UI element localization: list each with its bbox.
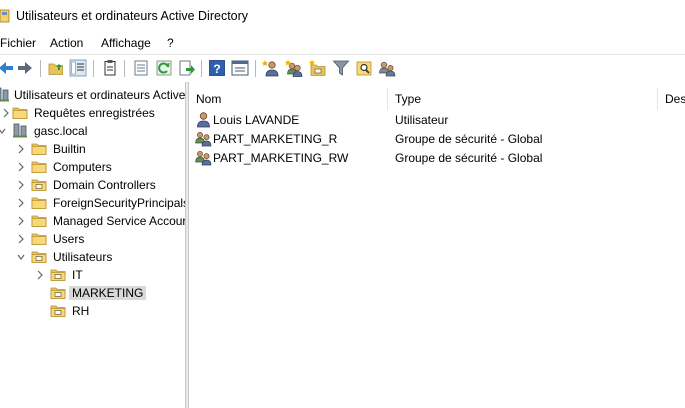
console-icon[interactable] [231, 59, 249, 77]
tree-item-it[interactable]: IT [0, 266, 185, 284]
tree-item-domain-controllers[interactable]: Domain Controllers [0, 176, 185, 194]
filter-icon[interactable] [332, 59, 350, 77]
ou-icon [50, 285, 66, 300]
toolbar-separator [40, 60, 41, 77]
toolbar-separator [124, 60, 125, 77]
tree-item-label: Managed Service Accour [53, 214, 185, 228]
folder-icon [12, 105, 28, 120]
chevron-right-icon[interactable] [16, 215, 26, 227]
clipboard-icon[interactable] [101, 59, 119, 77]
chevron-right-icon[interactable] [16, 233, 26, 245]
properties-icon[interactable] [132, 59, 150, 77]
tree-item-label: Builtin [53, 142, 86, 156]
chevron-down-icon[interactable] [0, 125, 7, 137]
user-icon [195, 111, 212, 128]
chevron-right-icon[interactable] [16, 143, 26, 155]
export-icon[interactable] [178, 59, 196, 77]
tree-root-label: Utilisateurs et ordinateurs Active [14, 88, 185, 102]
tree-item-label: MARKETING [69, 286, 147, 300]
tree-item-label: RH [72, 304, 90, 318]
menu-help[interactable]: ? [167, 36, 174, 50]
tree-item-label: ForeignSecurityPrincipals [53, 196, 185, 210]
list-item[interactable]: PART_MARKETING_R Groupe de sécurité - Gl… [189, 129, 685, 148]
domain-icon [12, 123, 28, 138]
tree-item-label: Users [53, 232, 85, 246]
app-icon [0, 9, 10, 23]
item-type: Groupe de sécurité - Global [395, 151, 543, 165]
folder-icon [31, 213, 47, 228]
window-title: Utilisateurs et ordinateurs Active Direc… [16, 9, 249, 23]
item-type: Groupe de sécurité - Global [395, 132, 543, 146]
console-tree: Utilisateurs et ordinateurs Active Requê… [0, 82, 185, 408]
details-list: Nom Type Des Louis LAVANDE Utilisateur P… [189, 82, 685, 408]
menu-file[interactable]: Fichier [0, 36, 36, 50]
ou-icon [50, 303, 66, 318]
tree-item-domain[interactable]: gasc.local [0, 122, 185, 140]
menu-action[interactable]: Action [50, 36, 83, 50]
folder-icon [31, 159, 47, 174]
tree-item-label: Domain Controllers [53, 178, 156, 192]
menu-view[interactable]: Affichage [101, 36, 151, 50]
toolbar-separator [93, 60, 94, 77]
forward-icon[interactable] [16, 59, 34, 77]
tree-item-label: gasc.local [34, 124, 88, 138]
list-item[interactable]: Louis LAVANDE Utilisateur [189, 110, 685, 129]
svg-text:?: ? [213, 62, 220, 76]
group-icon [195, 130, 212, 147]
help-icon[interactable]: ? [208, 59, 226, 77]
menu-bar: Fichier Action Affichage ? [0, 33, 685, 53]
chevron-right-icon[interactable] [16, 161, 26, 173]
tree-item-utilisateurs[interactable]: Utilisateurs [0, 248, 185, 266]
item-name: PART_MARKETING_RW [213, 151, 349, 165]
console-root-icon [0, 87, 10, 102]
refresh-icon[interactable] [155, 59, 173, 77]
new-ou-icon[interactable] [309, 59, 327, 77]
toolbar-separator [255, 60, 256, 77]
folder-icon [31, 141, 47, 156]
tree-item-computers[interactable]: Computers [0, 158, 185, 176]
ou-icon [31, 177, 47, 192]
delegate-icon[interactable] [378, 59, 396, 77]
ou-icon [50, 267, 66, 282]
tree-item-foreign-security-principals[interactable]: ForeignSecurityPrincipals [0, 194, 185, 212]
toolbar-separator [201, 60, 202, 77]
show-tree-icon[interactable] [69, 59, 87, 77]
column-separator[interactable] [657, 88, 658, 110]
tree-item-builtin[interactable]: Builtin [0, 140, 185, 158]
tree-root[interactable]: Utilisateurs et ordinateurs Active [0, 86, 185, 104]
tree-item-label: IT [72, 268, 83, 282]
ou-icon [31, 249, 47, 264]
tree-item-label: Utilisateurs [53, 250, 113, 264]
tree-item-marketing[interactable]: MARKETING [0, 284, 185, 302]
find-icon[interactable] [355, 59, 373, 77]
chevron-right-icon[interactable] [16, 197, 26, 209]
column-separator[interactable] [387, 88, 388, 110]
back-icon[interactable] [0, 59, 15, 77]
tree-item-users[interactable]: Users [0, 230, 185, 248]
tree-item-saved-queries[interactable]: Requêtes enregistrées [0, 104, 185, 122]
chevron-right-icon[interactable] [16, 179, 26, 191]
group-icon [195, 149, 212, 166]
chevron-down-icon[interactable] [16, 251, 26, 263]
item-name: PART_MARKETING_R [213, 132, 338, 146]
item-name: Louis LAVANDE [213, 113, 300, 127]
tree-item-label: Computers [53, 160, 112, 174]
tree-item-label: Requêtes enregistrées [34, 106, 155, 120]
folder-icon [31, 195, 47, 210]
tree-item-managed-service-accounts[interactable]: Managed Service Accour [0, 212, 185, 230]
new-group-icon[interactable] [285, 59, 303, 77]
tree-item-rh[interactable]: RH [0, 302, 185, 320]
title-bar: Utilisateurs et ordinateurs Active Direc… [0, 0, 685, 32]
toolbar: ? [0, 54, 685, 81]
chevron-right-icon[interactable] [35, 269, 45, 281]
up-folder-icon[interactable] [47, 59, 65, 77]
list-item[interactable]: PART_MARKETING_RW Groupe de sécurité - G… [189, 148, 685, 167]
new-user-icon[interactable] [262, 59, 280, 77]
item-type: Utilisateur [395, 113, 449, 127]
chevron-right-icon[interactable] [1, 107, 11, 119]
folder-icon [31, 231, 47, 246]
